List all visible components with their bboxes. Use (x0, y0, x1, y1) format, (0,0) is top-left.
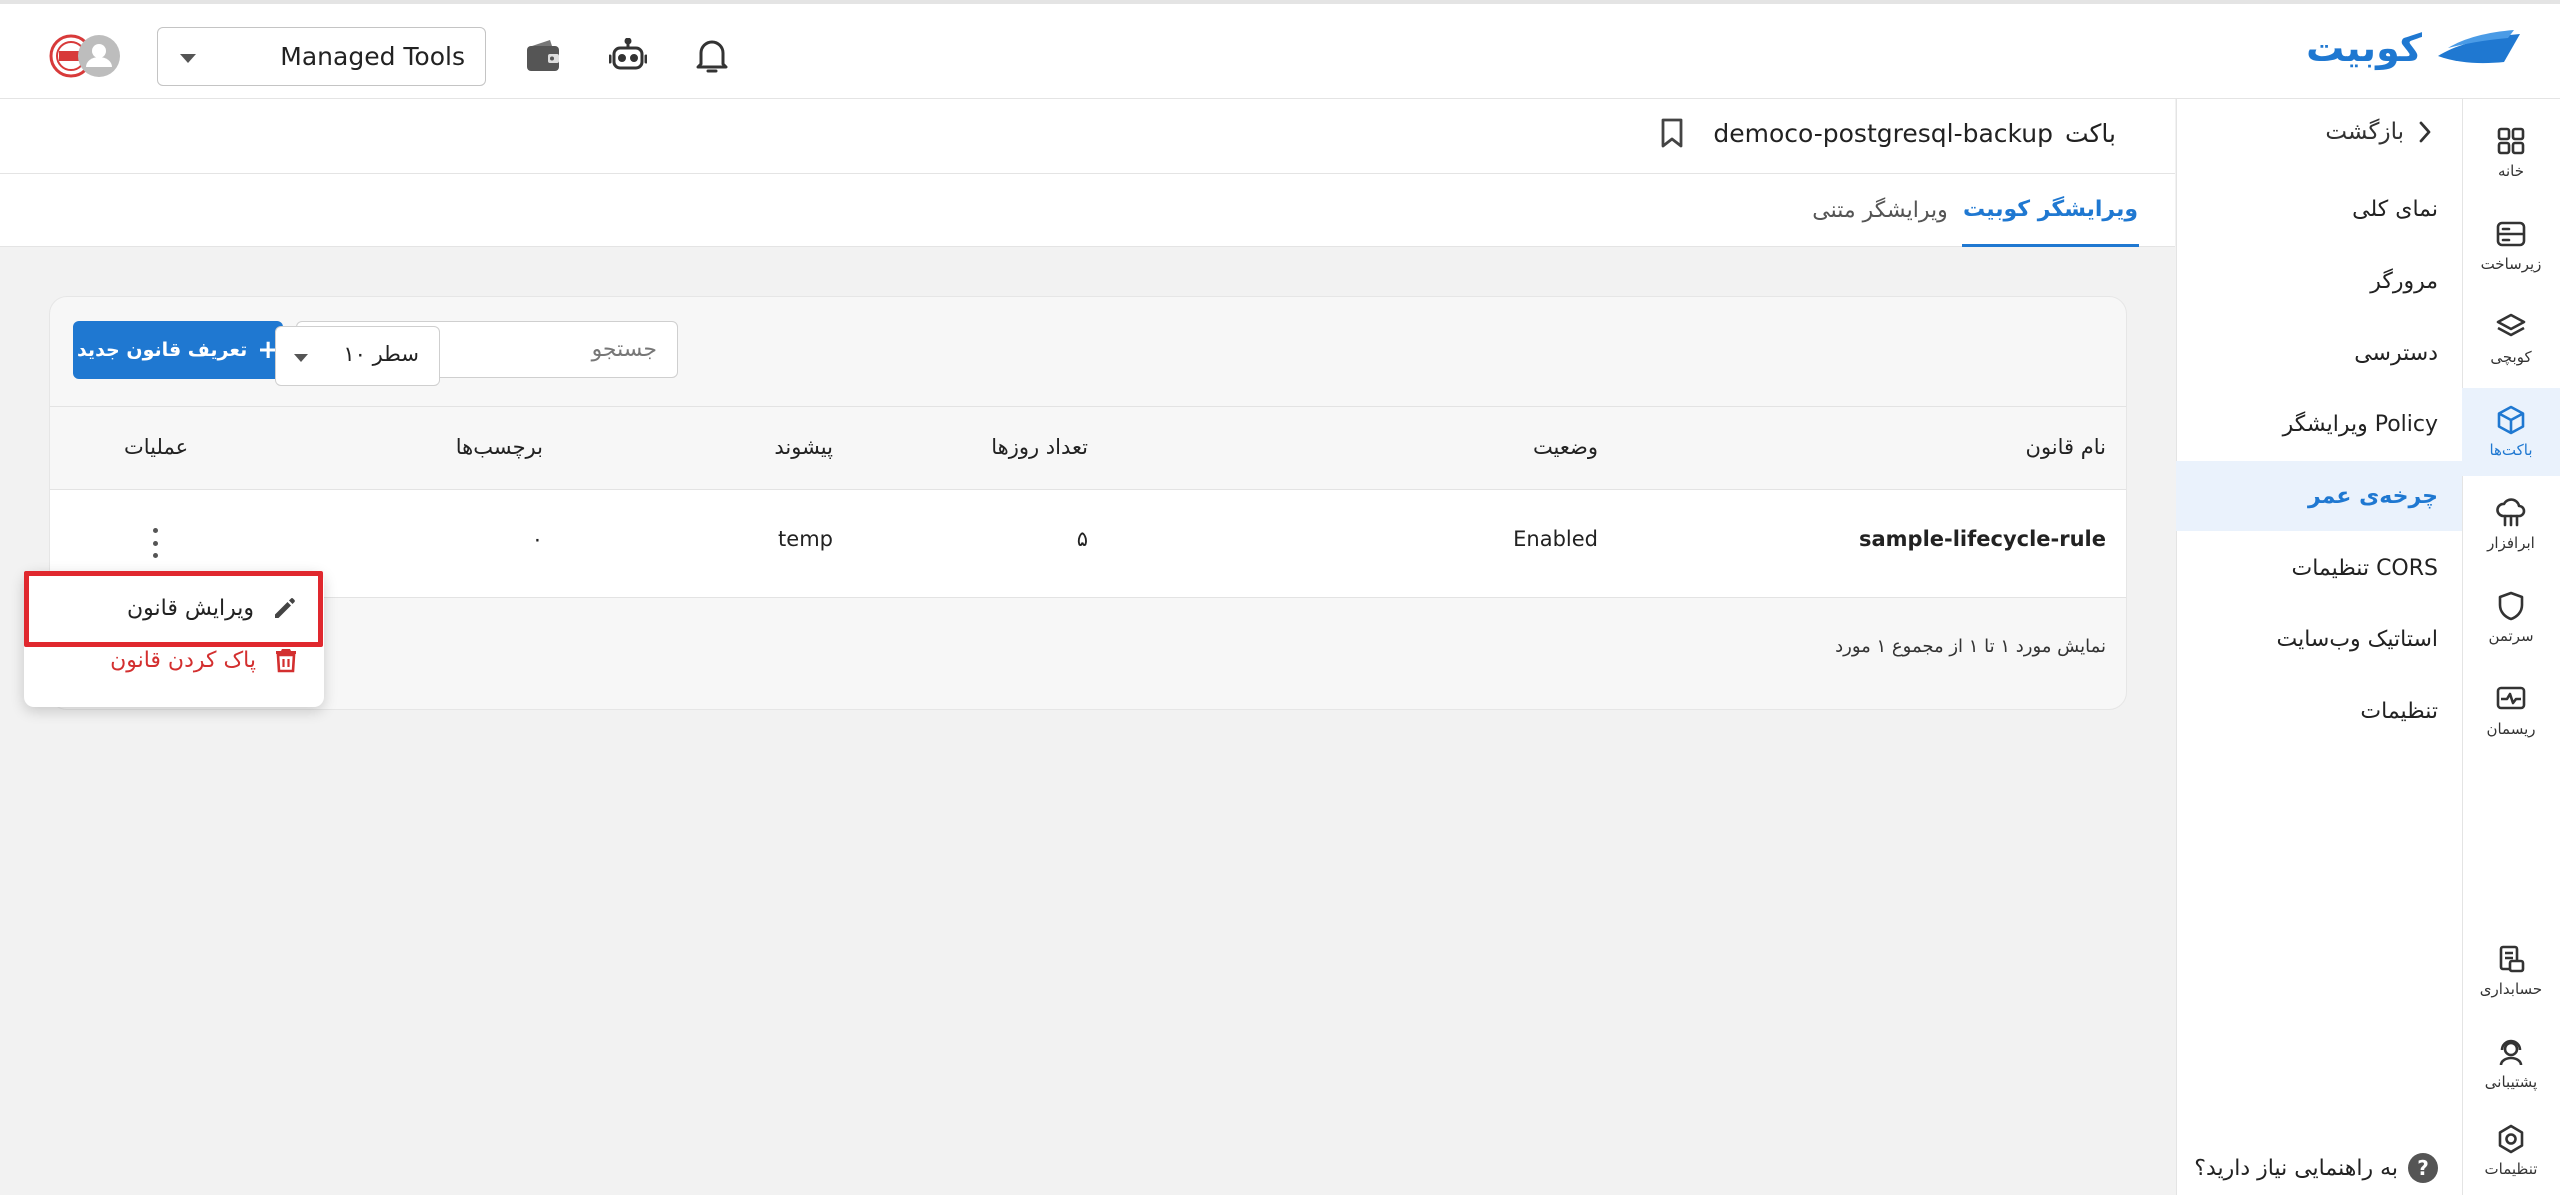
table-row: sample-lifecycle-rule Enabled ۵ temp ۰ (50, 490, 2126, 598)
column-header-tags: برچسب‌ها (455, 435, 543, 459)
rail-item-sartaman[interactable]: سرتمن (2462, 574, 2560, 662)
cloud-app-icon (2496, 498, 2526, 527)
monitor-icon (2496, 686, 2526, 710)
shield-icon (2498, 591, 2524, 621)
editor-tabs: ویرایشگر کوبیت ویرایشگر متنی (0, 174, 2175, 247)
trash-icon (276, 649, 296, 673)
server-icon (2496, 221, 2526, 247)
rail-item-label: تنظیمات (2484, 1160, 2538, 1178)
pencil-icon (275, 598, 295, 618)
rule-prefix: temp (778, 527, 833, 551)
logo[interactable]: کوبیت (2306, 26, 2522, 70)
column-header-status: وضعیت (1532, 435, 1598, 459)
robot-icon[interactable] (606, 34, 650, 78)
pagination-info: نمایش مورد ۱ تا ۱ از مجموع ۱ مورد (1835, 636, 2106, 657)
rule-name: sample-lifecycle-rule (1858, 527, 2106, 551)
settings-icon (2498, 1124, 2524, 1154)
rows-per-page-value: ۱۰ سطر (343, 342, 419, 366)
rows-per-page-select[interactable]: ۱۰ سطر (275, 326, 440, 386)
rail-item-label: ریسمان (2486, 720, 2536, 738)
back-button[interactable]: بازگشت (2325, 119, 2432, 145)
column-header-prefix: پیشوند (774, 435, 833, 459)
rail-item-home[interactable]: خانه (2462, 109, 2560, 197)
rail-item-infrastructure[interactable]: زیرساخت (2462, 202, 2560, 290)
notification-icon[interactable] (690, 34, 734, 78)
logo-boat-icon (2438, 30, 2520, 64)
support-icon (2499, 1039, 2523, 1066)
rail-item-label: خانه (2497, 162, 2525, 180)
layers-icon (2496, 313, 2526, 337)
grid-icon (2497, 127, 2525, 155)
top-bar: کوبیت Managed Tools (0, 0, 2560, 99)
main-rail: خانه زیرساخت کوبچی باکت‌ها ابرافزار سرتم… (2462, 99, 2560, 1195)
more-vertical-icon[interactable] (150, 528, 160, 558)
chevron-right-icon (2419, 121, 2431, 143)
back-label: بازگشت (2325, 119, 2404, 145)
subnav-item-access[interactable]: دسترسی (2176, 318, 2462, 388)
new-rule-label: تعریف قانون جدید (76, 339, 248, 361)
new-rule-button[interactable]: + تعریف قانون جدید (73, 321, 283, 379)
bucket-name: democo-postgresql-backup (1713, 118, 2053, 148)
rail-item-settings[interactable]: تنظیمات (2462, 1107, 2560, 1195)
page-title: باکت democo-postgresql-backup (1659, 117, 2116, 149)
help-label: به راهنمایی نیاز دارید؟ (2194, 1155, 2398, 1181)
rule-status: Enabled (1513, 527, 1598, 551)
avatar[interactable] (49, 34, 123, 78)
cube-icon (2497, 405, 2525, 435)
subnav-item-static-website[interactable]: استاتیک وب‌سایت (2176, 604, 2462, 674)
rail-item-label: حسابداری (2479, 980, 2543, 998)
rule-tags: ۰ (531, 527, 543, 551)
subnav-item-cors[interactable]: تنظیمات CORS (2176, 533, 2462, 603)
project-select[interactable]: Managed Tools (157, 27, 486, 86)
rail-item-label: ابرافزار (2487, 534, 2535, 552)
table-footer: نمایش مورد ۱ تا ۱ از مجموع ۱ مورد (50, 598, 2126, 709)
delete-rule-menu-item[interactable]: پاک کردن قانون (110, 647, 298, 673)
rail-item-kubchi[interactable]: کوبچی (2462, 295, 2560, 383)
subnav-item-policy-editor[interactable]: ویرایشگر Policy (2176, 389, 2462, 459)
table-header: نام قانون وضعیت تعداد روزها پیشوند برچسب… (50, 406, 2126, 490)
subnav-item-browser[interactable]: مرورگر (2176, 246, 2462, 316)
subnav-item-lifecycle[interactable]: چرخه‌ی عمر (2176, 461, 2462, 531)
row-actions-menu: ویرایش قانون پاک کردن قانون (24, 571, 324, 707)
subnav-item-overview[interactable]: نمای کلی (2176, 174, 2462, 244)
help-icon: ? (2408, 1153, 2438, 1183)
chevron-down-icon (294, 354, 308, 362)
rail-item-label: پشتیبانی (2484, 1073, 2538, 1091)
bookmark-icon[interactable] (1659, 117, 1685, 149)
rail-item-label: باکت‌ها (2489, 441, 2533, 459)
edit-rule-menu-item[interactable]: ویرایش قانون (127, 595, 298, 621)
page-header: باکت democo-postgresql-backup (0, 99, 2175, 174)
subnav-item-settings[interactable]: تنظیمات (2176, 676, 2462, 746)
chevron-down-icon (180, 54, 196, 63)
tab-text-editor[interactable]: ویرایشگر متنی (1806, 174, 1954, 247)
rail-item-label: کوبچی (2490, 348, 2532, 366)
edit-rule-label: ویرایش قانون (126, 595, 254, 621)
column-header-days: تعداد روزها (991, 435, 1088, 459)
rail-item-buckets[interactable]: باکت‌ها (2462, 388, 2560, 476)
accounting-icon (2499, 945, 2525, 973)
bucket-subnav: بازگشت نمای کلی مرورگر دسترسی ویرایشگر P… (2176, 99, 2462, 1195)
logo-text: کوبیت (2306, 26, 2422, 70)
rail-item-label: زیرساخت (2480, 255, 2542, 273)
page-title-prefix: باکت (2064, 118, 2116, 148)
rail-item-label: سرتمن (2488, 627, 2534, 645)
column-header-name: نام قانون (2025, 435, 2106, 459)
rail-item-support[interactable]: پشتیبانی (2462, 1020, 2560, 1108)
rule-days: ۵ (1076, 527, 1088, 551)
delete-rule-label: پاک کردن قانون (110, 647, 256, 673)
help-link[interactable]: ? به راهنمایی نیاز دارید؟ (2194, 1153, 2438, 1183)
wallet-icon[interactable] (521, 34, 565, 78)
rail-item-risman[interactable]: ریسمان (2462, 667, 2560, 755)
column-header-actions: عملیات (124, 435, 189, 459)
rail-item-accounting[interactable]: حسابداری (2462, 927, 2560, 1015)
project-select-value: Managed Tools (280, 42, 465, 71)
rail-item-abrafzar[interactable]: ابرافزار (2462, 481, 2560, 569)
tab-kubit-editor[interactable]: ویرایشگر کوبیت (1962, 174, 2139, 247)
